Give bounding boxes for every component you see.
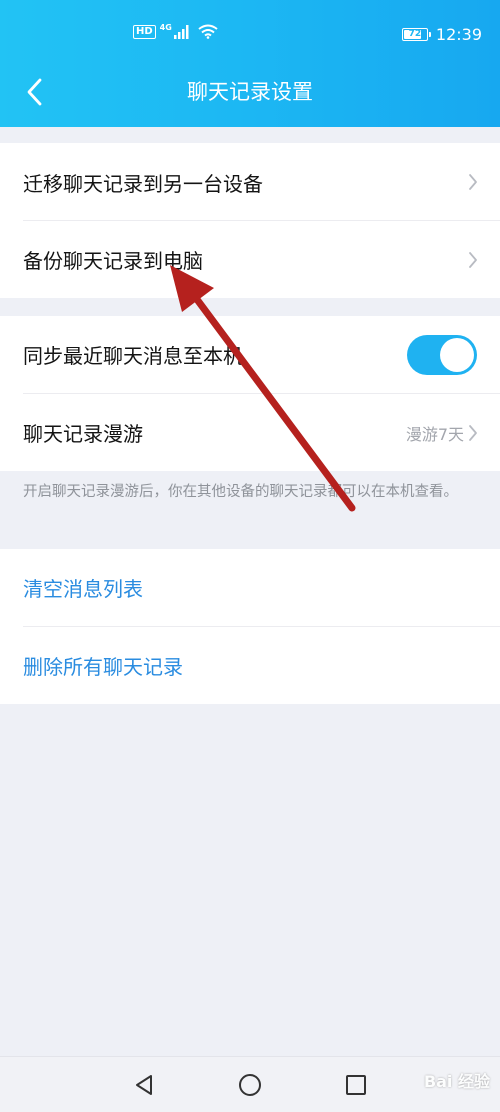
backup-to-pc-label: 备份聊天记录到电脑 bbox=[23, 249, 203, 273]
chevron-right-icon bbox=[469, 174, 477, 190]
baidu-watermark: Bai 经验 bbox=[423, 1072, 490, 1091]
delete-all-records-row[interactable]: 删除所有聊天记录 bbox=[0, 627, 500, 704]
chevron-right-icon bbox=[469, 251, 477, 268]
square-recent-icon bbox=[346, 1075, 366, 1095]
roaming-hint-text: 开启聊天记录漫游后，你在其他设备的聊天记录都可以在本机查看。 bbox=[23, 484, 458, 500]
battery-icon: 72 bbox=[401, 28, 431, 41]
nav-recent-button[interactable] bbox=[342, 1071, 370, 1099]
header-bar: HD 4G 72 12:39 聊天记录设置 bbox=[0, 0, 500, 127]
status-left: HD 4G bbox=[133, 23, 218, 39]
clear-message-list-label: 清空消息列表 bbox=[23, 577, 143, 601]
clear-message-list-row[interactable]: 清空消息列表 bbox=[0, 549, 500, 626]
chevron-right-icon bbox=[469, 424, 477, 441]
page-title: 聊天记录设置 bbox=[187, 80, 313, 104]
sync-recent-label: 同步最近聊天消息至本机 bbox=[23, 344, 243, 368]
sync-section: 同步最近聊天消息至本机 聊天记录漫游 漫游7天 bbox=[0, 316, 500, 471]
delete-all-records-label: 删除所有聊天记录 bbox=[23, 655, 183, 679]
signal-icon bbox=[173, 24, 189, 39]
migrate-records-row[interactable]: 迁移聊天记录到另一台设备 bbox=[0, 143, 500, 221]
circle-home-icon bbox=[239, 1074, 261, 1096]
toggle-knob bbox=[440, 337, 474, 372]
status-time: 12:39 bbox=[435, 25, 482, 44]
battery-level: 72 bbox=[408, 29, 422, 39]
roaming-value: 漫游7天 bbox=[405, 424, 464, 444]
clear-section: 清空消息列表 删除所有聊天记录 bbox=[0, 549, 500, 704]
roaming-row[interactable]: 聊天记录漫游 漫游7天 bbox=[0, 394, 500, 471]
sync-toggle[interactable] bbox=[407, 334, 477, 375]
wifi-icon bbox=[198, 24, 218, 39]
network-type-label: 4G bbox=[159, 23, 172, 32]
roaming-label: 聊天记录漫游 bbox=[23, 422, 143, 446]
nav-back-button[interactable] bbox=[130, 1071, 158, 1099]
nav-home-button[interactable] bbox=[236, 1071, 264, 1099]
migrate-records-label: 迁移聊天记录到另一台设备 bbox=[23, 171, 263, 196]
sync-recent-row: 同步最近聊天消息至本机 bbox=[0, 316, 500, 393]
backup-to-pc-row[interactable]: 备份聊天记录到电脑 bbox=[0, 221, 500, 298]
triangle-back-icon bbox=[136, 1075, 152, 1095]
status-bar: HD 4G 72 12:39 bbox=[0, 0, 500, 74]
status-right: 72 12:39 bbox=[401, 25, 482, 44]
migration-section: 迁移聊天记录到另一台设备 备份聊天记录到电脑 bbox=[0, 143, 500, 298]
hd-badge: HD bbox=[133, 24, 156, 39]
